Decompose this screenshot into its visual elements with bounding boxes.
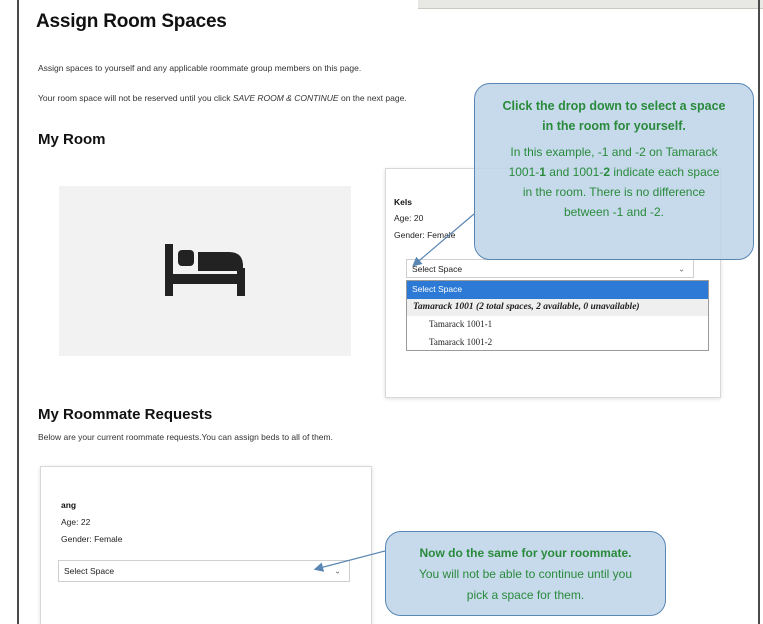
- roommate-requests-heading: My Roommate Requests: [38, 406, 213, 423]
- my-age: Age: 20: [394, 213, 424, 223]
- save-room-emphasis: SAVE ROOM & CONTINUE: [232, 93, 339, 103]
- roommate-name: ang: [61, 500, 77, 510]
- left-border: [17, 0, 19, 624]
- my-room-heading: My Room: [38, 131, 106, 148]
- callout-body-line: in the room. There is no difference: [522, 185, 706, 199]
- chevron-down-icon: ⌄: [678, 264, 685, 273]
- callout-body-line: 1001-1 and 1001-2 indicate each space: [475, 162, 753, 182]
- space-dropdown-list: Select Space Tamarack 1001 (2 total spac…: [406, 280, 709, 351]
- callout-heading-line: in the room for yourself.: [542, 119, 686, 133]
- callout-body-line: between -1 and -2.: [563, 205, 665, 219]
- callout-body-line: pick a space for them.: [466, 588, 585, 602]
- callout-body: In this example, -1 and -2 on Tamarack 1…: [475, 142, 753, 222]
- roommate-gender: Gender: Female: [61, 534, 123, 544]
- dropdown-option-tamarack-1001-1[interactable]: Tamarack 1001-1: [407, 316, 708, 334]
- roommate-requests-description: Below are your current roommate requests…: [38, 432, 333, 442]
- callout-heading-line: Click the drop down to select a space: [502, 99, 726, 113]
- reservation-note: Your room space will not be reserved unt…: [38, 93, 407, 103]
- reservation-note-post: on the next page.: [338, 93, 407, 103]
- dropdown-group-tamarack-1001: Tamarack 1001 (2 total spaces, 2 availab…: [407, 298, 708, 316]
- page-title: Assign Room Spaces: [36, 11, 227, 32]
- reservation-note-pre: Your room space will not be reserved unt…: [38, 93, 233, 103]
- roommate-space-select[interactable]: Select Space ⌄: [58, 560, 350, 582]
- callout-text: indicate each space: [610, 165, 720, 179]
- callout-text: and 1001-: [545, 165, 604, 179]
- roommate-space-select-value: Select Space: [64, 566, 115, 576]
- my-name: Kels: [394, 197, 412, 207]
- intro-text: Assign spaces to yourself and any applic…: [38, 63, 362, 73]
- instruction-callout-dropdown: Click the drop down to select a space in…: [474, 83, 754, 260]
- callout-body-line: In this example, -1 and -2 on Tamarack: [510, 145, 718, 159]
- callout-body-line: You will not be able to continue until y…: [418, 567, 633, 581]
- callout-bold-digit: 1: [539, 165, 546, 179]
- right-border: [758, 0, 760, 624]
- callout-heading: Click the drop down to select a space in…: [475, 96, 753, 136]
- my-gender: Gender: Female: [394, 230, 456, 240]
- top-edge-bar: [418, 0, 763, 9]
- callout-heading: Now do the same for your roommate.: [419, 546, 632, 560]
- room-image-tile: [59, 186, 351, 356]
- dropdown-option-tamarack-1001-2[interactable]: Tamarack 1001-2: [407, 334, 708, 352]
- roommate-age: Age: 22: [61, 517, 91, 527]
- roommate-card: ang Age: 22 Gender: Female: [40, 466, 372, 624]
- my-space-select[interactable]: Select Space ⌄: [406, 259, 694, 278]
- my-space-select-value: Select Space: [412, 263, 463, 274]
- instruction-callout-roommate: Now do the same for your roommate. You w…: [385, 531, 666, 616]
- dropdown-option-select-space[interactable]: Select Space: [407, 281, 708, 299]
- bed-icon: [165, 244, 245, 296]
- callout-text: 1001-: [508, 165, 540, 179]
- chevron-down-icon: ⌄: [334, 566, 341, 576]
